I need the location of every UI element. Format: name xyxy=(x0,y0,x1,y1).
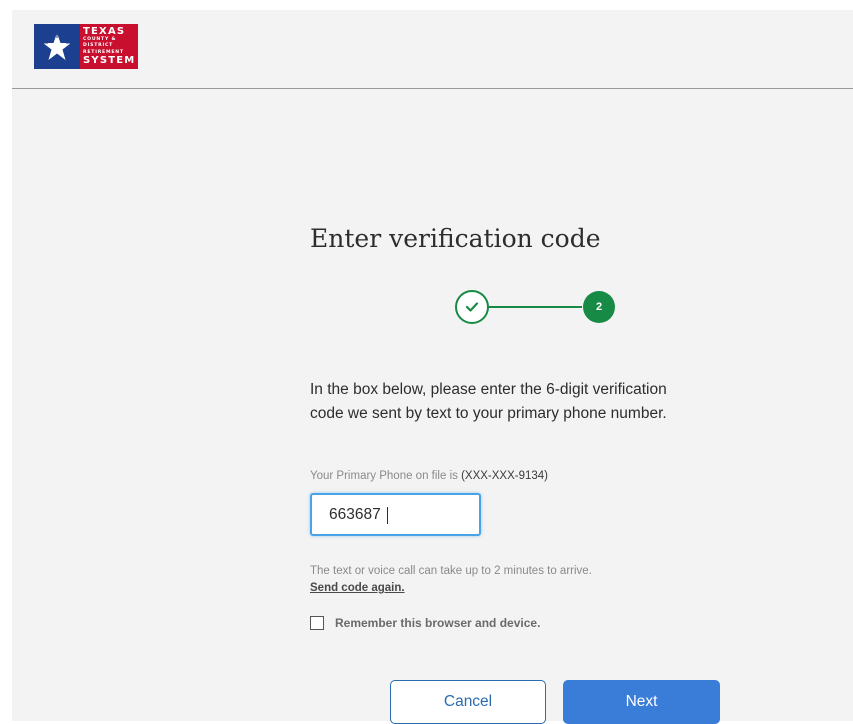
logo-text-county: COUNTY & xyxy=(83,36,117,42)
step-2-current: 2 xyxy=(583,291,615,323)
remember-device-row[interactable]: Remember this browser and device. xyxy=(310,616,540,630)
step-connector xyxy=(488,306,582,308)
page-title: Enter verification code xyxy=(310,224,601,253)
helper-text: The text or voice call can take up to 2 … xyxy=(310,565,592,577)
remember-device-label[interactable]: Remember this browser and device. xyxy=(335,616,540,630)
logo-text-texas: TEXAS xyxy=(83,25,126,37)
logo-text-system: SYSTEM xyxy=(83,55,136,67)
remember-device-checkbox[interactable] xyxy=(310,616,324,630)
next-button[interactable]: Next xyxy=(563,680,720,724)
header-bar: TEXAS COUNTY & DISTRICT RETIREMENT SYSTE… xyxy=(12,10,853,89)
tcdrs-logo[interactable]: TEXAS COUNTY & DISTRICT RETIREMENT SYSTE… xyxy=(34,24,138,69)
text-cursor xyxy=(387,507,388,524)
logo-text-district: DISTRICT xyxy=(83,43,114,49)
logo-wordmark: TEXAS COUNTY & DISTRICT RETIREMENT SYSTE… xyxy=(80,24,138,69)
page: TEXAS COUNTY & DISTRICT RETIREMENT SYSTE… xyxy=(12,10,853,724)
phone-info: Your Primary Phone on file is (XXX-XXX-9… xyxy=(310,470,548,482)
step-1-complete xyxy=(455,290,489,324)
cancel-button[interactable]: Cancel xyxy=(390,680,546,724)
send-code-again-link[interactable]: Send code again. xyxy=(310,582,405,594)
progress-stepper: 2 xyxy=(455,290,617,324)
phone-info-label: Your Primary Phone on file is xyxy=(310,470,458,482)
verification-code-input[interactable] xyxy=(310,493,481,536)
star-icon xyxy=(34,24,80,69)
instructions-text: In the box below, please enter the 6-dig… xyxy=(310,381,667,422)
phone-number: (XXX-XXX-9134) xyxy=(461,470,549,482)
checkmark-icon xyxy=(465,302,479,312)
